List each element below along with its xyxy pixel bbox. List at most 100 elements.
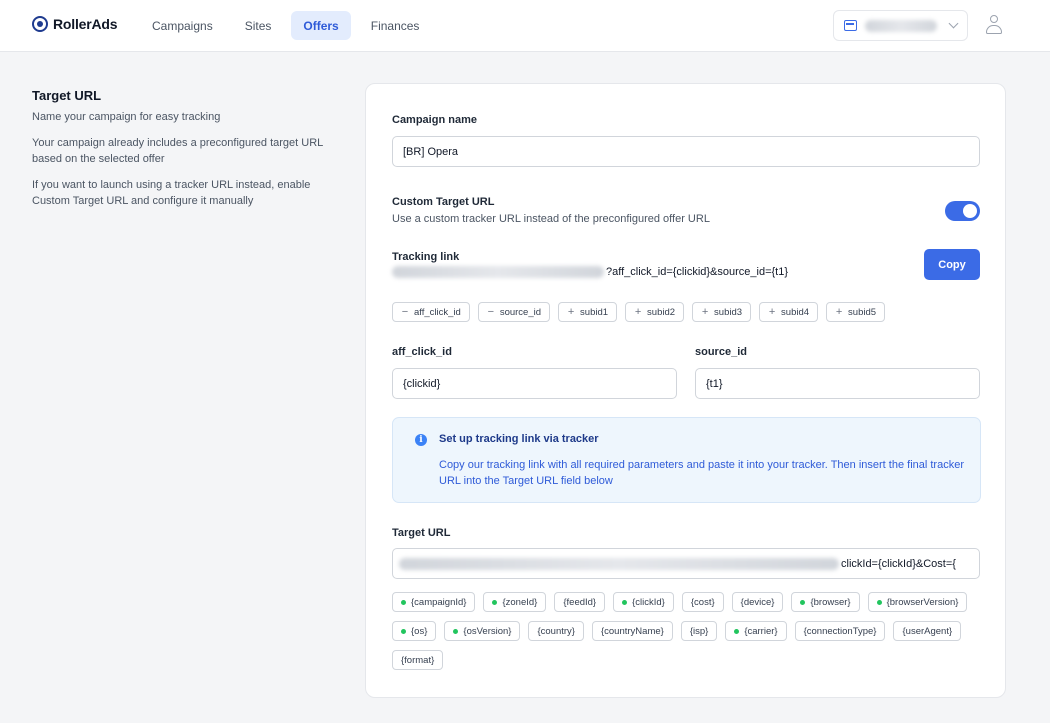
token-label: {os} [411,625,428,637]
token-label: {feedId} [563,596,597,608]
section-description: Target URL Name your campaign for easy t… [32,88,342,219]
wallet-icon [844,20,857,31]
nav-sites[interactable]: Sites [233,11,284,40]
aff-click-id-input[interactable]: {clickid} [392,368,677,399]
nav-offers[interactable]: Offers [291,11,351,40]
param-chip[interactable]: + subid5 [826,302,886,322]
token-label: {device} [740,596,775,608]
active-dot-icon [622,599,628,605]
token-label: {campaignId} [411,596,467,608]
token-label: {country} [537,625,575,637]
token-chip[interactable]: {campaignId} [392,592,476,612]
param-chip[interactable]: − aff_click_id [392,302,470,322]
param-chip[interactable]: + subid1 [558,302,618,322]
nav-campaigns[interactable]: Campaigns [140,11,225,40]
token-label: {countryName} [600,625,664,637]
user-profile-icon[interactable] [986,15,1002,35]
target-url-card: Campaign name [BR] Opera Custom Target U… [365,83,1006,698]
source-id-input[interactable]: {t1} [695,368,980,399]
target-url-params: clickId={clickId}&Cost={ [841,557,956,570]
chevron-down-icon [948,18,959,29]
description-line-1: Name your campaign for easy tracking [32,111,221,123]
token-label: {osVersion} [463,625,512,637]
token-chip[interactable]: {browser} [791,592,860,612]
param-chip-label: aff_click_id [414,306,461,318]
token-chip[interactable]: {clickId} [613,592,674,612]
param-chip[interactable]: − source_id [477,302,551,322]
account-selector[interactable] [833,10,968,41]
token-chip[interactable]: {feedId} [554,592,606,612]
param-chip-label: subid2 [647,306,676,318]
custom-target-url-toggle[interactable] [945,201,980,221]
token-label: {clickId} [632,596,665,608]
minus-icon: − [401,305,409,318]
token-label: {browser} [810,596,851,608]
token-label: {userAgent} [902,625,953,637]
token-chip[interactable]: {isp} [680,621,718,641]
custom-target-url-description: Use a custom tracker URL instead of the … [392,213,710,225]
info-text: Copy our tracking link with all required… [439,459,964,487]
target-url-tokens: {campaignId} {zoneId} {feedId} {clickId}… [392,592,982,670]
tracking-link-label: Tracking link [392,251,460,263]
active-dot-icon [492,599,498,605]
token-chip[interactable]: {countryName} [591,621,673,641]
token-label: {cost} [690,596,715,608]
active-dot-icon [876,599,882,605]
tracker-info-box: i Set up tracking link via tracker Copy … [392,417,981,503]
source-id-label: source_id [695,346,747,358]
param-chip-label: subid1 [580,306,609,318]
logo[interactable]: RollerAds [32,16,118,32]
token-chip[interactable]: {userAgent} [893,621,962,641]
target-url-input[interactable]: clickId={clickId}&Cost={ [392,548,980,579]
description-line-2: Your campaign already includes a preconf… [32,137,323,165]
target-url-redacted [399,557,839,570]
param-chip-label: subid5 [848,306,877,318]
description-line-3: If you want to launch using a tracker UR… [32,179,311,207]
aff-click-id-label: aff_click_id [392,346,452,358]
token-chip[interactable]: {carrier} [725,621,787,641]
token-chip[interactable]: {zoneId} [483,592,547,612]
info-icon: i [415,434,427,446]
token-chip[interactable]: {device} [731,592,784,612]
plus-icon: + [835,305,843,318]
target-url-label: Target URL [392,527,451,539]
info-title: Set up tracking link via tracker [439,433,599,445]
plus-icon: + [768,305,776,318]
copy-button[interactable]: Copy [924,249,980,280]
param-chip[interactable]: + subid2 [625,302,685,322]
param-chip-label: subid4 [781,306,810,318]
parameter-chips: − aff_click_id − source_id + subid1 + subid2… [392,302,886,322]
token-label: {carrier} [744,625,778,637]
token-label: {format} [401,654,435,666]
token-chip[interactable]: {format} [392,650,444,670]
campaign-name-input[interactable]: [BR] Opera [392,136,980,167]
token-chip[interactable]: {os} [392,621,437,641]
minus-icon: − [487,305,495,318]
tracking-link-params: ?aff_click_id={clickid}&source_id={t1} [606,266,789,278]
token-chip[interactable]: {osVersion} [444,621,521,641]
rollerads-logo-icon [32,16,48,32]
tracking-link-redacted [392,266,604,278]
plus-icon: + [634,305,642,318]
token-label: {connectionType} [803,625,877,637]
plus-icon: + [701,305,709,318]
campaign-name-label: Campaign name [392,114,477,126]
nav-finances[interactable]: Finances [359,11,432,40]
token-chip[interactable]: {connectionType} [794,621,886,641]
param-chip[interactable]: + subid3 [692,302,752,322]
token-chip[interactable]: {browserVersion} [867,592,968,612]
token-chip[interactable]: {cost} [681,592,724,612]
section-title: Target URL [32,88,102,103]
main-nav: Campaigns Sites Offers Finances [140,11,431,40]
param-chip-label: source_id [499,306,542,318]
active-dot-icon [401,599,406,605]
active-dot-icon [734,628,740,634]
tracking-link-value: ?aff_click_id={clickid}&source_id={t1} [392,266,788,278]
param-chip[interactable]: + subid4 [759,302,819,322]
token-label: {browserVersion} [886,596,959,608]
token-label: {isp} [689,625,709,637]
token-label: {zoneId} [502,596,538,608]
token-chip[interactable]: {country} [528,621,584,641]
account-balance-redacted [865,19,937,32]
active-dot-icon [453,628,459,634]
